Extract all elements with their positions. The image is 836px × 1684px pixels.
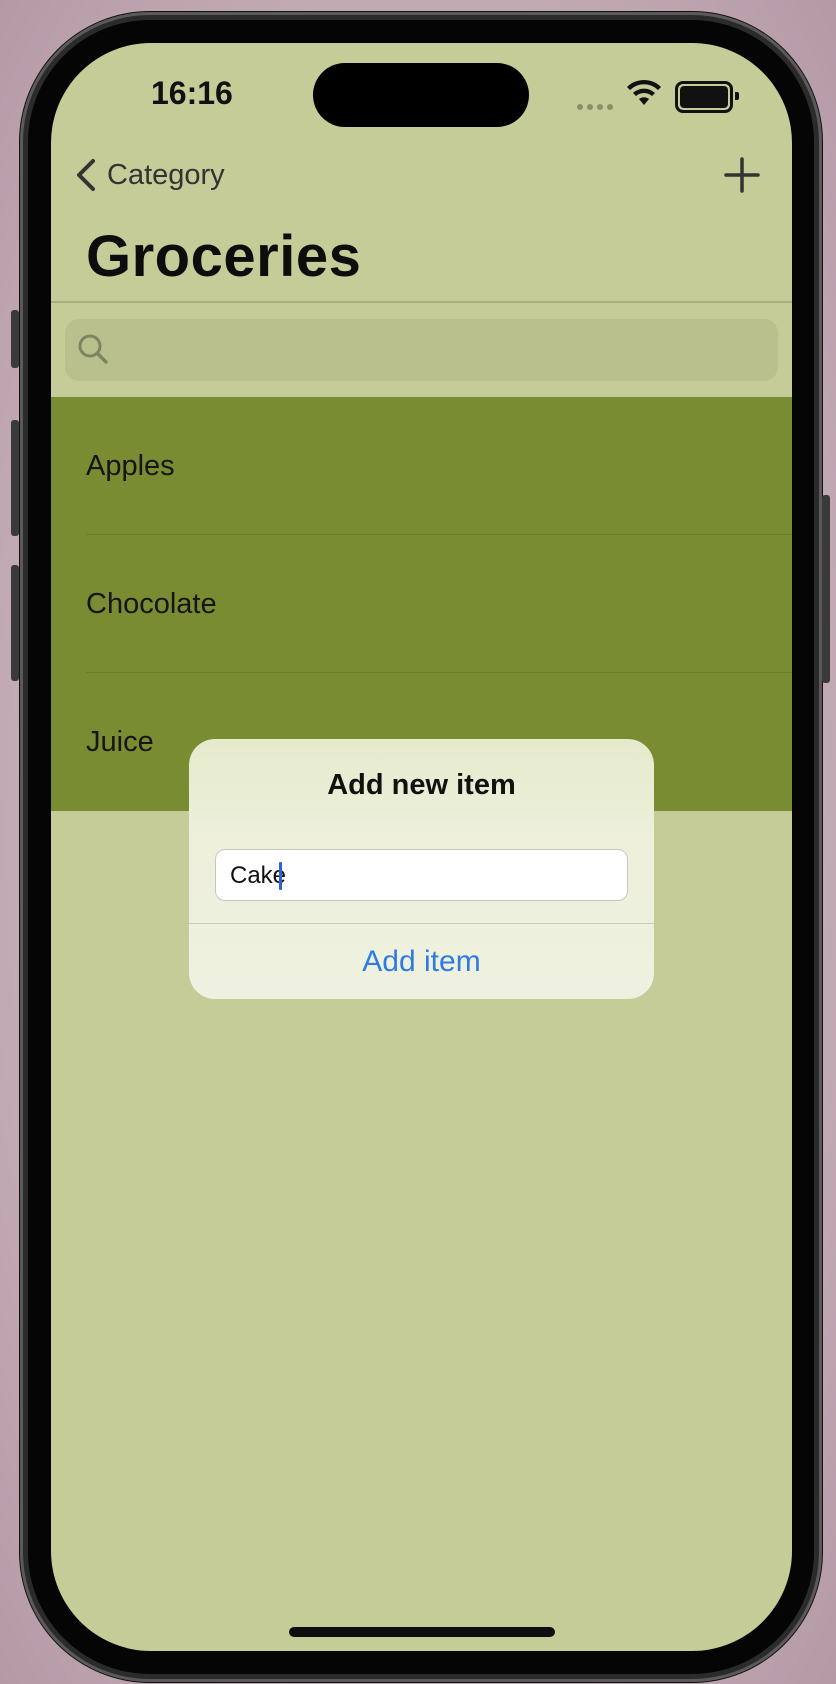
app-screen: 16:16 Category Groceries Apples Chocolat… (51, 43, 792, 1651)
list-item-label: Apples (86, 449, 175, 482)
battery-icon (675, 81, 739, 113)
list-item-chocolate[interactable]: Chocolate (51, 535, 792, 673)
back-button-label: Category (107, 158, 225, 191)
search-input[interactable] (121, 319, 765, 383)
dynamic-island (313, 63, 529, 127)
add-item-button[interactable]: Add item (189, 924, 654, 999)
dialog-title: Add new item (327, 769, 516, 801)
chevron-left-icon (77, 159, 95, 191)
status-time: 16:16 (151, 75, 233, 111)
action-button (11, 310, 19, 368)
nav-divider (51, 301, 792, 303)
text-caret (279, 862, 282, 890)
plus-icon[interactable] (722, 155, 762, 195)
home-indicator[interactable] (289, 1627, 555, 1637)
volume-down-button (11, 565, 19, 681)
page-title: Groceries (86, 224, 362, 289)
wifi-icon (627, 79, 661, 105)
item-name-field[interactable] (215, 849, 628, 902)
search-icon (78, 334, 108, 364)
power-button (822, 495, 830, 683)
cellular-signal-icon (577, 97, 617, 115)
item-name-input[interactable] (228, 850, 612, 902)
list-item-label: Chocolate (86, 587, 217, 620)
search-bar[interactable] (65, 319, 778, 383)
volume-up-button (11, 420, 19, 536)
list-item-apples[interactable]: Apples (51, 397, 792, 535)
back-button[interactable]: Category (71, 153, 225, 197)
add-item-dialog: Add new item Add item (189, 739, 654, 999)
list-item-label: Juice (86, 725, 154, 758)
